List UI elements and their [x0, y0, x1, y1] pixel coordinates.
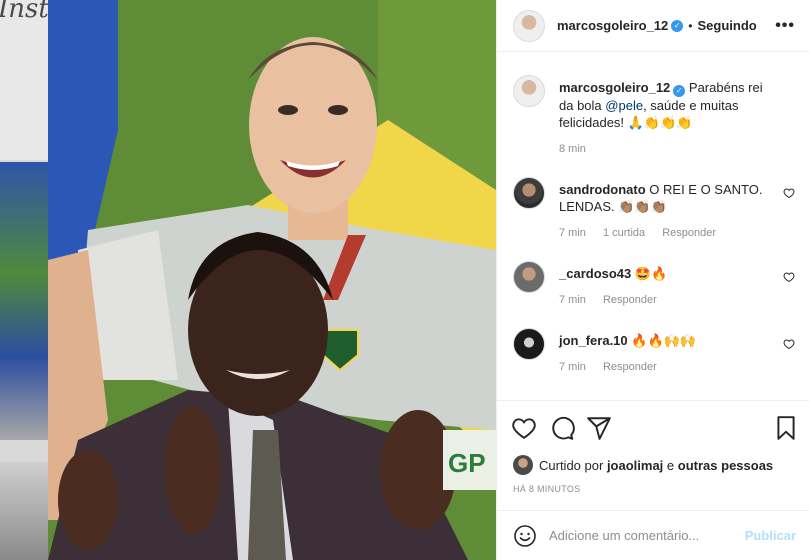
background-header	[0, 0, 48, 160]
author-avatar[interactable]	[513, 75, 545, 107]
comment-meta: 7 min 1 curtida Responder	[559, 227, 730, 239]
following-button[interactable]: Seguindo	[697, 18, 756, 33]
publish-button[interactable]: Publicar	[745, 528, 796, 543]
commenter-avatar[interactable]	[513, 261, 545, 293]
comment-username[interactable]: _cardoso43	[559, 266, 631, 281]
verified-badge-icon: ✓	[673, 85, 686, 97]
heart-icon[interactable]	[511, 415, 537, 441]
comment-text: sandrodonato O REI E O SANTO. LENDAS. 👏🏽…	[559, 181, 779, 215]
liked-by-prefix: Curtido por	[539, 457, 604, 473]
reply-button[interactable]: Responder	[603, 294, 657, 306]
caption-text: marcosgoleiro_12 ✓ Parabéns rei da bola @…	[559, 79, 779, 131]
post-image[interactable]: GP	[48, 0, 496, 560]
mention-link[interactable]: @pele	[605, 98, 643, 113]
liked-by-others[interactable]: outras pessoas	[678, 458, 773, 473]
comment-meta: 7 min Responder	[559, 294, 671, 306]
comment-time[interactable]: 7 min	[559, 294, 586, 306]
comment-body: 🔥🔥🙌🙌	[631, 333, 697, 348]
liker-avatar[interactable]	[513, 455, 533, 475]
comment-like-heart-icon[interactable]	[783, 187, 795, 199]
post-actions	[497, 400, 809, 454]
commenter-avatar[interactable]	[513, 177, 545, 209]
background-post-image	[0, 162, 48, 440]
comments-list[interactable]: marcosgoleiro_12 ✓ Parabéns rei da bola @…	[497, 53, 809, 399]
post-photo-illustration: GP	[48, 0, 496, 560]
svg-text:GP: GP	[448, 448, 486, 478]
caption-time[interactable]: 8 min	[559, 143, 586, 155]
emoji-icon[interactable]	[513, 524, 537, 548]
background-feed: Insta	[0, 0, 48, 560]
comment-time[interactable]: 7 min	[559, 361, 586, 373]
author-username[interactable]: marcosgoleiro_12	[557, 18, 668, 33]
comment-text: jon_fera.10 🔥🔥🙌🙌	[559, 332, 779, 349]
verified-badge-icon: ✓	[671, 19, 684, 32]
share-icon[interactable]	[586, 415, 612, 441]
comment-meta: 7 min Responder	[559, 361, 671, 373]
bookmark-icon[interactable]	[773, 415, 799, 441]
reply-button[interactable]: Responder	[662, 227, 716, 239]
post-side-panel: marcosgoleiro_12 ✓ • Seguindo ••• marcos…	[496, 0, 809, 560]
add-comment-bar: Publicar	[497, 510, 809, 560]
more-options-icon[interactable]: •••	[775, 17, 795, 35]
comment-time[interactable]: 7 min	[559, 227, 586, 239]
comment-input[interactable]	[549, 528, 729, 543]
caption-username[interactable]: marcosgoleiro_12	[559, 80, 670, 95]
liked-by: Curtido por joaolimaj e outras pessoas	[513, 454, 803, 476]
comment-username[interactable]: sandrodonato	[559, 182, 646, 197]
post-header: marcosgoleiro_12 ✓ • Seguindo •••	[497, 0, 809, 52]
separator-dot: •	[688, 18, 693, 33]
liked-by-text: Curtido por joaolimaj e outras pessoas	[539, 458, 773, 473]
caption-meta: 8 min	[559, 143, 600, 155]
commenter-avatar[interactable]	[513, 328, 545, 360]
comment-icon[interactable]	[549, 415, 575, 441]
background-logo: Insta	[0, 0, 48, 24]
liked-by-conjunction: e	[666, 457, 675, 473]
reply-button[interactable]: Responder	[603, 361, 657, 373]
background-post-image	[0, 462, 48, 560]
comment-username[interactable]: jon_fera.10	[559, 333, 628, 348]
comment-like-heart-icon[interactable]	[783, 338, 795, 350]
author-avatar[interactable]	[513, 9, 545, 42]
comment-text: _cardoso43 🤩🔥	[559, 265, 779, 282]
comment-like-heart-icon[interactable]	[783, 271, 795, 283]
post-time-ago[interactable]: HÁ 8 MINUTOS	[513, 484, 580, 494]
comment-likes-count[interactable]: 1 curtida	[603, 227, 645, 239]
liked-by-user[interactable]: joaolimaj	[607, 458, 663, 473]
comment-body: 🤩🔥	[634, 266, 668, 281]
